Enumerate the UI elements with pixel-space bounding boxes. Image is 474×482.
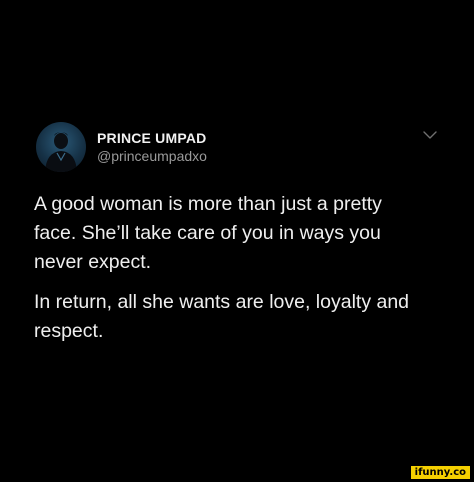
- tweet-text: A good woman is more than just a pretty …: [34, 190, 454, 346]
- display-name[interactable]: PRINCE UMPAD: [97, 130, 206, 146]
- ifunny-watermark: ifunny.co: [410, 466, 470, 479]
- tweet-paragraph: In return, all she wants are love, loyal…: [34, 291, 410, 342]
- user-handle[interactable]: @princeumpadxo: [97, 148, 207, 164]
- chevron-down-icon[interactable]: [422, 128, 438, 140]
- avatar[interactable]: [36, 122, 86, 172]
- tweet-screenshot: PRINCE UMPAD @princeumpadxo A good woman…: [0, 0, 474, 482]
- avatar-photo: [45, 132, 77, 172]
- tweet-paragraph: A good woman is more than just a pretty …: [34, 193, 382, 273]
